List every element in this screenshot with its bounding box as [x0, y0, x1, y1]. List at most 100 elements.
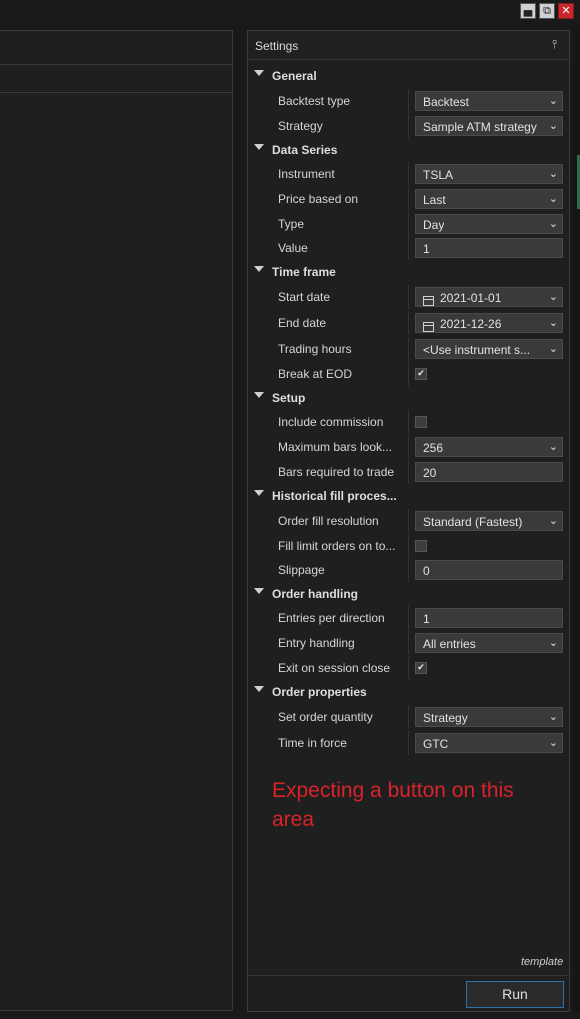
property-dropdown[interactable]: <Use instrument s... ⌄: [415, 339, 563, 359]
checkmark-icon: ✔: [417, 663, 425, 673]
chevron-down-icon: ⌄: [548, 636, 558, 649]
collapse-arrow-icon[interactable]: [254, 490, 264, 496]
property-input[interactable]: 1: [415, 238, 563, 258]
restore-button[interactable]: ⧉: [539, 3, 555, 19]
footer-separator: [248, 975, 569, 976]
minimize-icon: ▄: [523, 4, 533, 17]
property-dropdown[interactable]: Backtest ⌄: [415, 91, 563, 111]
property-input[interactable]: 0: [415, 560, 563, 580]
property-label: Entry handling: [278, 636, 355, 650]
template-link[interactable]: template: [521, 956, 563, 968]
property-label: Time in force: [278, 736, 347, 750]
property-label: Entries per direction: [278, 611, 385, 625]
property-row: Type Day ⌄: [248, 212, 569, 236]
column-divider[interactable]: [408, 435, 409, 459]
category-label[interactable]: Setup: [272, 391, 305, 405]
column-divider[interactable]: [408, 509, 409, 533]
category-label[interactable]: General: [272, 69, 317, 83]
property-dropdown[interactable]: Day ⌄: [415, 214, 563, 234]
column-divider[interactable]: [408, 534, 409, 558]
column-divider[interactable]: [408, 162, 409, 186]
dropdown-value: 256: [423, 441, 444, 455]
property-dropdown[interactable]: GTC ⌄: [415, 733, 563, 753]
input-value: 1: [423, 612, 430, 626]
column-divider[interactable]: [408, 656, 409, 680]
chevron-down-icon: ⌄: [548, 316, 558, 329]
column-divider[interactable]: [408, 187, 409, 211]
column-divider[interactable]: [408, 212, 409, 236]
minimize-button[interactable]: ▄: [520, 3, 536, 19]
date-value: 2021-12-26: [440, 317, 502, 331]
close-button[interactable]: ✕: [558, 3, 574, 19]
category-label[interactable]: Time frame: [272, 265, 336, 279]
column-divider[interactable]: [408, 114, 409, 138]
column-divider[interactable]: [408, 362, 409, 386]
annotation-note: Expecting a button on this area: [272, 779, 514, 831]
calendar-icon: [423, 322, 434, 332]
date-value: 2021-01-01: [440, 291, 502, 305]
property-row: Set order quantity Strategy ⌄: [248, 705, 569, 729]
category-label[interactable]: Data Series: [272, 143, 337, 157]
collapse-arrow-icon[interactable]: [254, 266, 264, 272]
property-row: Instrument TSLA ⌄: [248, 162, 569, 186]
collapse-arrow-icon[interactable]: [254, 392, 264, 398]
category-label[interactable]: Order properties: [272, 685, 367, 699]
column-divider[interactable]: [408, 410, 409, 434]
column-divider[interactable]: [408, 558, 409, 582]
chevron-down-icon: ⌄: [548, 736, 558, 749]
property-input[interactable]: 1: [415, 608, 563, 628]
property-dropdown[interactable]: Strategy ⌄: [415, 707, 563, 727]
date-picker[interactable]: 2021-01-01 ⌄: [415, 287, 563, 307]
property-label: Price based on: [278, 192, 359, 206]
property-row: Time in force GTC ⌄: [248, 731, 569, 755]
property-row: Include commission: [248, 410, 569, 434]
property-label: Slippage: [278, 563, 325, 577]
property-label: Strategy: [278, 119, 323, 133]
run-button[interactable]: Run: [466, 981, 564, 1008]
collapse-arrow-icon[interactable]: [254, 686, 264, 692]
property-dropdown[interactable]: Standard (Fastest) ⌄: [415, 511, 563, 531]
column-divider[interactable]: [408, 460, 409, 484]
date-picker[interactable]: 2021-12-26 ⌄: [415, 313, 563, 333]
column-divider[interactable]: [408, 285, 409, 309]
property-dropdown[interactable]: 256 ⌄: [415, 437, 563, 457]
property-checkbox[interactable]: [415, 416, 427, 428]
collapse-arrow-icon[interactable]: [254, 70, 264, 76]
dropdown-value: Strategy: [423, 711, 468, 725]
property-row: Maximum bars look... 256 ⌄: [248, 435, 569, 459]
property-checkbox[interactable]: ✔: [415, 368, 427, 380]
column-divider[interactable]: [408, 236, 409, 260]
dropdown-value: Last: [423, 193, 446, 207]
checkmark-icon: ✔: [417, 369, 425, 379]
input-value: 1: [423, 242, 430, 256]
property-checkbox[interactable]: ✔: [415, 662, 427, 674]
collapse-arrow-icon[interactable]: [254, 588, 264, 594]
column-divider[interactable]: [408, 606, 409, 630]
chevron-down-icon: ⌄: [548, 342, 558, 355]
column-divider[interactable]: [408, 337, 409, 361]
column-divider[interactable]: [408, 731, 409, 755]
right-edge-panel: [574, 30, 580, 1012]
property-row: Slippage 0: [248, 558, 569, 582]
settings-header: Settings ⫯: [248, 31, 569, 60]
column-divider[interactable]: [408, 311, 409, 335]
property-dropdown[interactable]: TSLA ⌄: [415, 164, 563, 184]
category-label[interactable]: Historical fill proces...: [272, 489, 397, 503]
chevron-down-icon: ⌄: [548, 119, 558, 132]
property-checkbox[interactable]: [415, 540, 427, 552]
chevron-down-icon: ⌄: [548, 290, 558, 303]
column-divider[interactable]: [408, 705, 409, 729]
property-label: Type: [278, 217, 305, 231]
pin-icon[interactable]: ⫯: [552, 37, 557, 52]
column-divider[interactable]: [408, 89, 409, 113]
collapse-arrow-icon[interactable]: [254, 144, 264, 150]
column-divider[interactable]: [408, 631, 409, 655]
property-input[interactable]: 20: [415, 462, 563, 482]
category-label[interactable]: Order handling: [272, 587, 358, 601]
property-dropdown[interactable]: Last ⌄: [415, 189, 563, 209]
property-row: Fill limit orders on to...: [248, 534, 569, 558]
dropdown-value: <Use instrument s...: [423, 343, 531, 357]
category-row: Setup: [248, 386, 569, 410]
property-dropdown[interactable]: All entries ⌄: [415, 633, 563, 653]
property-dropdown[interactable]: Sample ATM strategy ⌄: [415, 116, 563, 136]
